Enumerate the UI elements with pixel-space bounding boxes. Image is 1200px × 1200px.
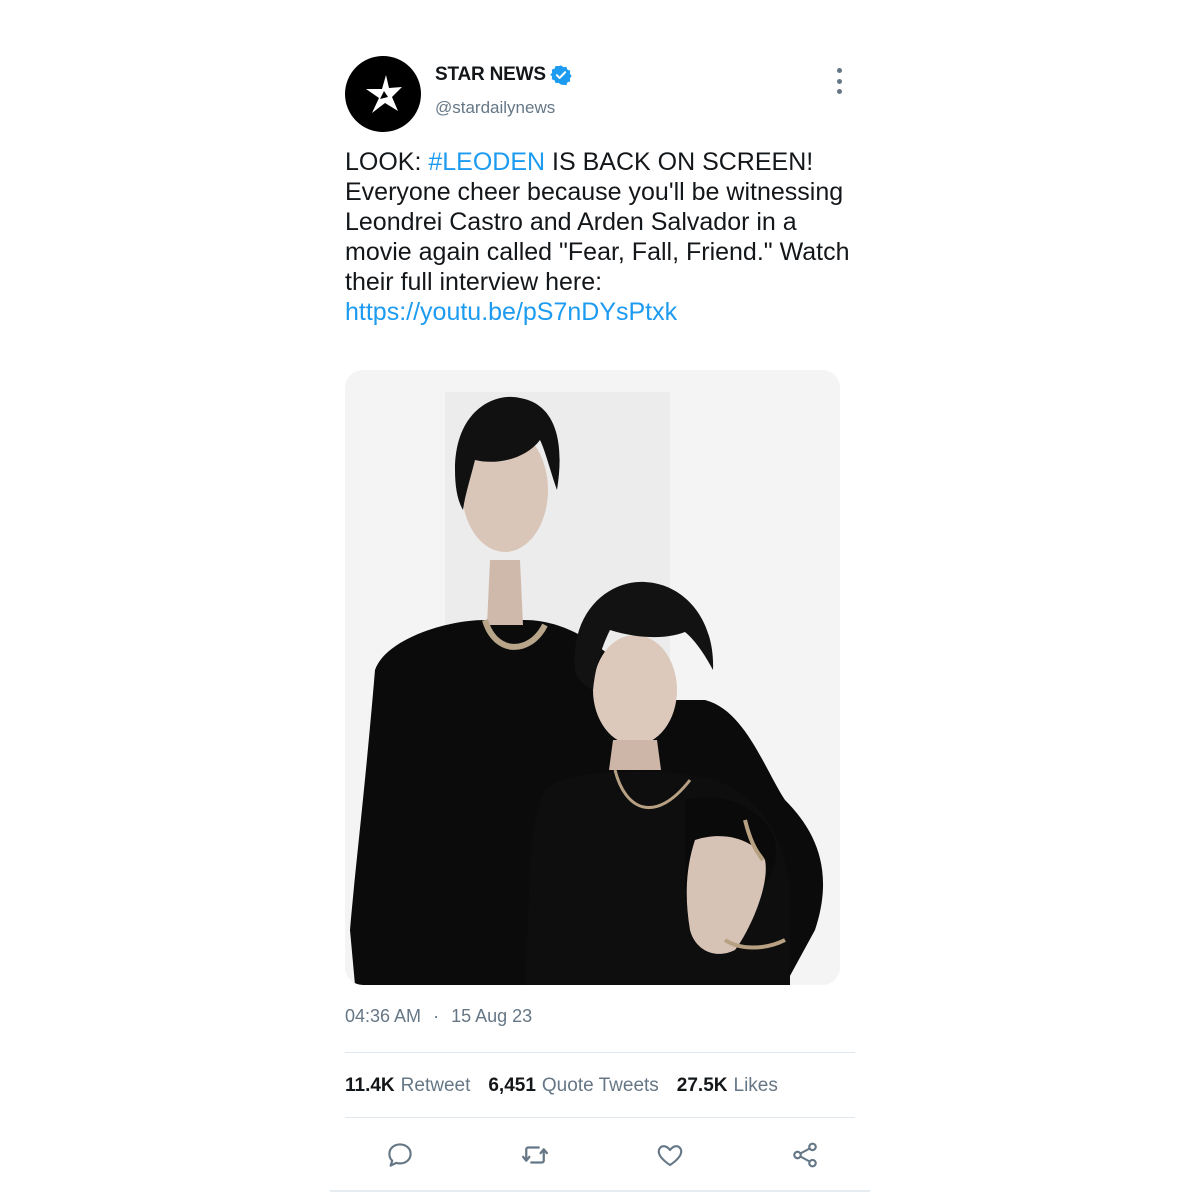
more-options-icon[interactable] [830,68,848,94]
quote-label: Quote Tweets [541,1075,659,1096]
tweet-timestamp[interactable]: 04:36 AM · 15 Aug 23 [345,1006,532,1027]
quote-stat[interactable]: 6,451 Quote Tweets [488,1075,658,1097]
tweet-actions [345,1135,855,1175]
divider [345,1052,855,1053]
tweet-card: STAR NEWS @stardailynews LOOK: #LEODEN I… [330,0,870,1200]
retweet-icon [522,1146,548,1164]
reply-button[interactable] [380,1135,420,1175]
bottom-divider [330,1190,870,1192]
retweet-label: Retweet [400,1075,471,1096]
photo-two-men-in-black-icon [345,370,840,985]
share-button[interactable] [785,1135,825,1175]
tweet-text-prefix: LOOK: [345,148,429,176]
tweet-text: LOOK: #LEODEN IS BACK ON SCREEN! Everyon… [345,147,870,327]
retweet-button[interactable] [515,1135,555,1175]
retweet-count: 11.4K [345,1075,395,1096]
display-name[interactable]: STAR NEWS [435,64,546,86]
tweet-time: 04:36 AM [345,1006,422,1026]
share-icon [793,1142,817,1168]
meta-separator: · [433,1006,440,1026]
like-button[interactable] [650,1135,690,1175]
reply-icon [388,1143,412,1167]
quote-count: 6,451 [488,1075,536,1096]
divider [345,1117,855,1118]
likes-count: 27.5K [676,1075,728,1096]
avatar[interactable] [345,56,421,132]
url-link[interactable]: https://youtu.be/pS7nDYsPtxk [345,298,677,326]
hashtag-link[interactable]: #LEODEN [428,148,545,176]
lightning-star-logo-icon [366,75,402,113]
author-name-row[interactable]: STAR NEWS [435,64,572,86]
verified-badge-icon [550,65,572,86]
tweet-media-photo[interactable] [345,370,840,985]
author-handle[interactable]: @stardailynews [435,98,555,118]
engagement-stats: 11.4K Retweet 6,451 Quote Tweets 27.5K L… [345,1075,796,1097]
likes-label: Likes [733,1075,778,1096]
retweet-stat[interactable]: 11.4K Retweet [345,1075,470,1097]
heart-icon [657,1145,683,1167]
tweet-date: 15 Aug 23 [451,1006,533,1026]
likes-stat[interactable]: 27.5K Likes [677,1075,778,1097]
